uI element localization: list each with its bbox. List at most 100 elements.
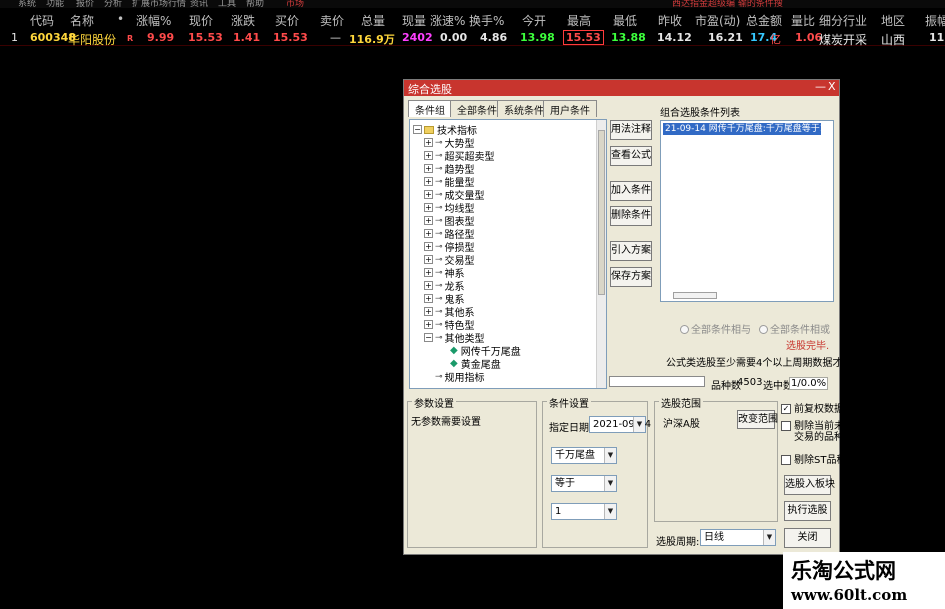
menu-quote[interactable]: 报价 bbox=[76, 0, 94, 8]
checkbox-icon[interactable] bbox=[781, 421, 791, 431]
list-hscrollbar[interactable] bbox=[673, 292, 717, 299]
chevron-down-icon[interactable]: ▼ bbox=[604, 504, 616, 519]
col-ask[interactable]: 卖价 bbox=[320, 12, 344, 29]
delete-condition-button[interactable]: 删除条件 bbox=[610, 206, 652, 226]
view-formula-button[interactable]: 查看公式 bbox=[610, 146, 652, 166]
col-open[interactable]: 今开 bbox=[522, 12, 546, 29]
tab-user-conditions[interactable]: 用户条件 bbox=[543, 100, 597, 117]
radio-all-or[interactable]: 全部条件相或 bbox=[759, 321, 830, 336]
tab-condition-group[interactable]: 条件组 bbox=[408, 100, 452, 117]
indicator-tree[interactable]: − 技术指标 + ⊸ 大势型 + ⊸ 超买超卖型 + ⊸ 趋势型 + ⊸ 能量型 + ⊸ 成交量型 … bbox=[409, 119, 607, 389]
usage-notes-button[interactable]: 用法注释 bbox=[610, 120, 652, 140]
col-change[interactable]: 涨跌 bbox=[231, 12, 255, 29]
radio-icon[interactable] bbox=[759, 325, 768, 334]
expand-icon[interactable]: + bbox=[424, 268, 433, 277]
expand-icon[interactable]: + bbox=[424, 281, 433, 290]
col-volume[interactable]: 总量 bbox=[361, 12, 385, 29]
col-change-pct[interactable]: 涨幅% bbox=[136, 12, 171, 29]
expand-icon[interactable]: + bbox=[424, 307, 433, 316]
menu-analysis[interactable]: 分析 bbox=[104, 0, 122, 8]
progress-bar bbox=[609, 376, 705, 387]
expand-icon[interactable]: + bbox=[424, 190, 433, 199]
col-vol-ratio[interactable]: 量比 bbox=[791, 12, 815, 29]
save-plan-button[interactable]: 保存方案 bbox=[610, 267, 652, 287]
expand-icon[interactable]: + bbox=[424, 294, 433, 303]
col-amplitude[interactable]: 振幅 bbox=[925, 12, 945, 29]
menu-system[interactable]: 系统 bbox=[18, 0, 36, 8]
menu-market[interactable]: 市场 bbox=[286, 0, 304, 8]
operator-select[interactable]: 等于 ▼ bbox=[551, 475, 617, 492]
col-industry[interactable]: 细分行业 bbox=[819, 12, 867, 29]
col-code[interactable]: 代码 bbox=[30, 12, 54, 29]
close-button[interactable]: 关闭 bbox=[784, 528, 831, 548]
expand-icon[interactable]: + bbox=[424, 203, 433, 212]
expand-icon[interactable]: + bbox=[424, 216, 433, 225]
col-region[interactable]: 地区 bbox=[881, 12, 905, 29]
key-icon: ⊸ bbox=[435, 280, 443, 291]
col-high[interactable]: 最高 bbox=[567, 12, 591, 29]
collapse-icon[interactable]: − bbox=[424, 333, 433, 342]
condition-list[interactable]: 21-09-14 网传千万尾盘:千万尾盘等于1 bbox=[660, 120, 834, 302]
period-select[interactable]: 日线 ▼ bbox=[700, 529, 776, 546]
expand-icon[interactable]: + bbox=[424, 229, 433, 238]
key-icon: ⊸ bbox=[435, 228, 443, 239]
indicator-select[interactable]: 千万尾盘 ▼ bbox=[551, 447, 617, 464]
col-price[interactable]: 现价 bbox=[189, 12, 213, 29]
date-picker[interactable]: 2021-09-14 ▼ bbox=[589, 416, 651, 433]
menu-extended[interactable]: 扩展市场行情 bbox=[132, 0, 186, 8]
execute-button[interactable]: 执行选股 bbox=[784, 501, 831, 521]
expand-icon[interactable]: + bbox=[424, 151, 433, 160]
row-price: 15.53 bbox=[188, 31, 223, 44]
expand-icon[interactable]: + bbox=[424, 320, 433, 329]
radio-all-and-label: 全部条件相与 bbox=[691, 325, 751, 336]
row-industry: 煤炭开采 bbox=[819, 33, 868, 47]
tab-all-conditions[interactable]: 全部条件 bbox=[450, 100, 504, 117]
menu-function[interactable]: 功能 bbox=[46, 0, 64, 8]
chevron-down-icon[interactable]: ▼ bbox=[604, 448, 616, 463]
checkbox-icon[interactable] bbox=[781, 455, 791, 465]
radio-all-and[interactable]: 全部条件相与 bbox=[680, 321, 751, 336]
import-plan-button[interactable]: 引入方案 bbox=[610, 241, 652, 261]
expand-icon[interactable]: + bbox=[424, 164, 433, 173]
menu-info[interactable]: 资讯 bbox=[190, 0, 208, 8]
col-amount[interactable]: 总金额 bbox=[746, 12, 782, 29]
chevron-down-icon[interactable]: ▼ bbox=[763, 530, 775, 545]
scroll-thumb[interactable] bbox=[598, 130, 605, 295]
combined-stock-picker-dialog: 综合选股 — X 条件组 全部条件 系统条件 用户条件 − 技术指标 + ⊸ 大势型… bbox=[403, 79, 872, 555]
collapse-icon[interactable]: − bbox=[413, 125, 422, 134]
col-turnover[interactable]: 换手% bbox=[469, 12, 504, 29]
tree-scrollbar[interactable] bbox=[596, 120, 606, 388]
expand-icon[interactable]: + bbox=[424, 138, 433, 147]
menu-help[interactable]: 帮助 bbox=[246, 0, 264, 8]
tree-item[interactable]: ⊸ 规用指标 bbox=[435, 370, 485, 385]
chevron-down-icon[interactable]: ▼ bbox=[633, 417, 645, 432]
minimize-button[interactable]: — bbox=[815, 80, 826, 93]
add-condition-button[interactable]: 加入条件 bbox=[610, 181, 652, 201]
change-range-button[interactable]: 改变范围 bbox=[737, 410, 778, 429]
range-groupbox: 选股范围 沪深A股 改变范围 bbox=[654, 395, 778, 522]
dialog-titlebar[interactable]: 综合选股 — X bbox=[404, 80, 839, 96]
row-bid: 15.53 bbox=[273, 31, 308, 44]
expand-icon[interactable]: + bbox=[424, 177, 433, 186]
radio-icon[interactable] bbox=[680, 325, 689, 334]
close-icon[interactable]: X bbox=[828, 80, 836, 93]
expand-icon[interactable]: + bbox=[424, 255, 433, 264]
chevron-down-icon[interactable]: ▼ bbox=[604, 476, 616, 491]
col-cur-vol[interactable]: 现量 bbox=[402, 12, 426, 29]
menu-tools[interactable]: 工具 bbox=[218, 0, 236, 8]
list-item[interactable]: 21-09-14 网传千万尾盘:千万尾盘等于1 bbox=[663, 123, 825, 135]
col-pe[interactable]: 市盈(动) bbox=[695, 12, 740, 29]
cond-title: 条件设置 bbox=[547, 395, 591, 410]
col-low[interactable]: 最低 bbox=[613, 12, 637, 29]
col-bid[interactable]: 买价 bbox=[275, 12, 299, 29]
row-region: 山西 bbox=[881, 33, 906, 47]
selected-value: 1/0.0% bbox=[789, 377, 829, 390]
add-to-block-button[interactable]: 选股入板块 bbox=[784, 475, 835, 495]
table-row[interactable]: 1 600348 华阳股份 R 9.99 15.53 1.41 15.53 — … bbox=[0, 30, 945, 47]
value-select[interactable]: 1 ▼ bbox=[551, 503, 617, 520]
col-prev-close[interactable]: 昨收 bbox=[658, 12, 682, 29]
col-name[interactable]: 名称 bbox=[70, 12, 94, 29]
expand-icon[interactable]: + bbox=[424, 242, 433, 251]
col-speed[interactable]: 涨速% bbox=[430, 12, 465, 29]
check-icon[interactable]: ✓ bbox=[781, 404, 791, 414]
